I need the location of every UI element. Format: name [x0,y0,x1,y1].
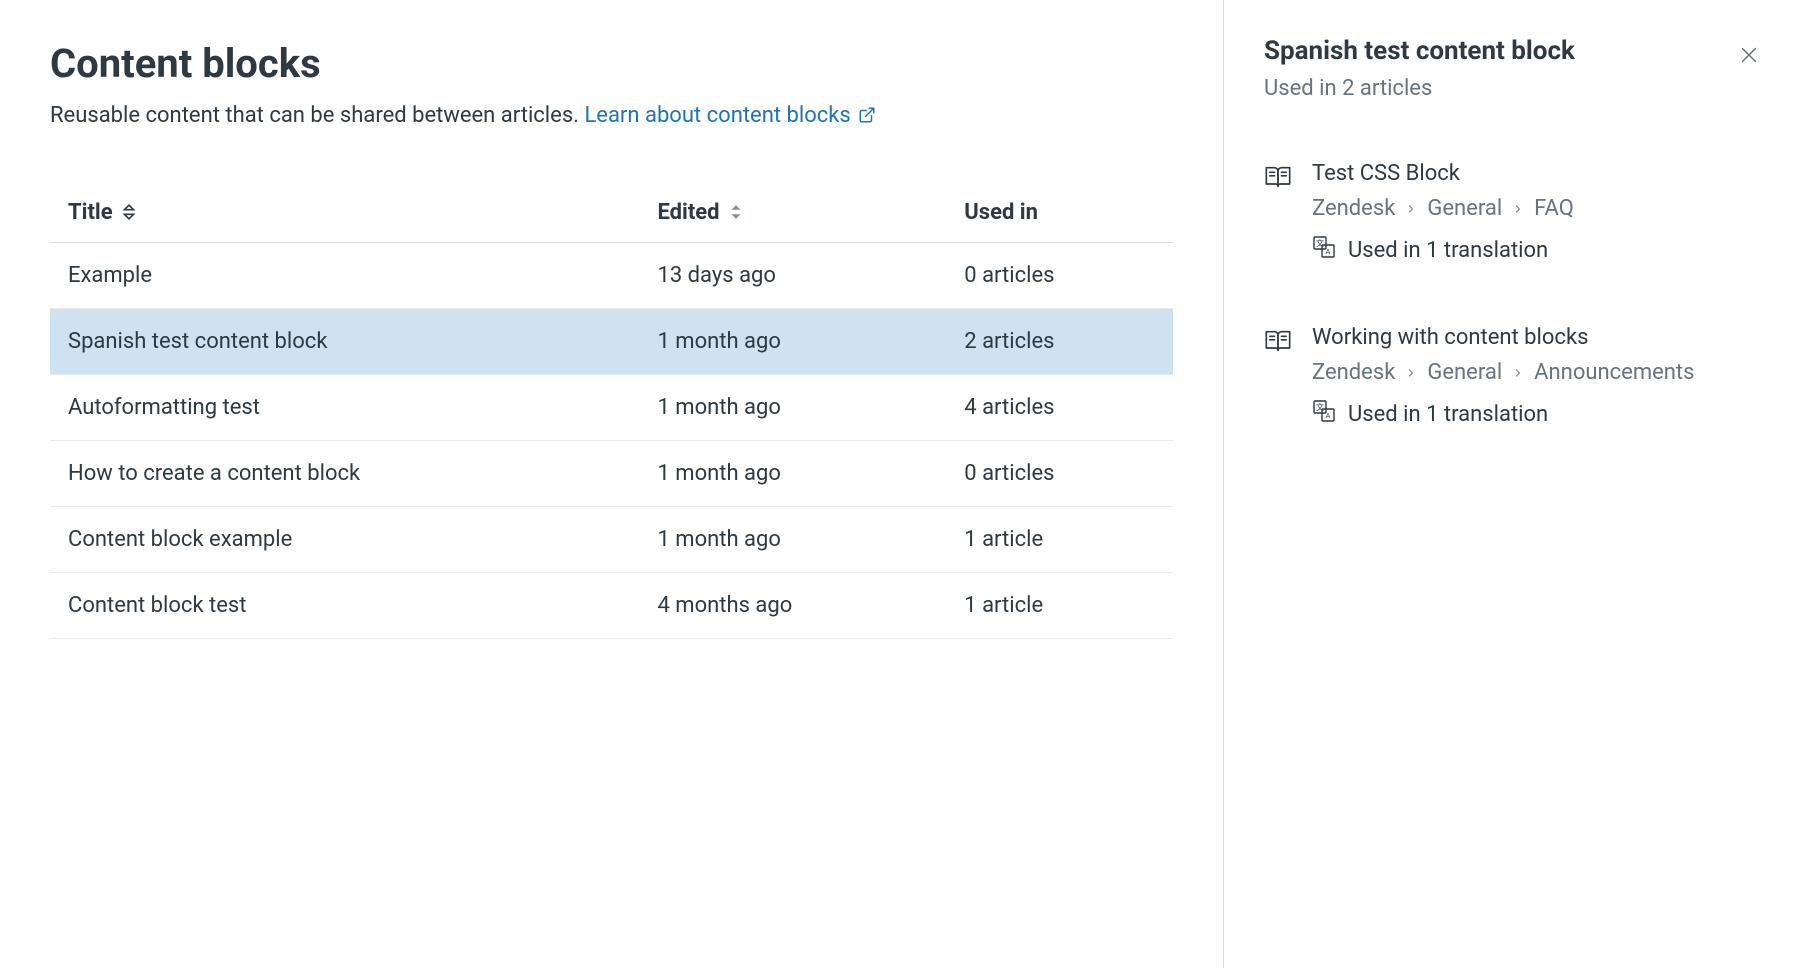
subtitle-text: Reusable content that can be shared betw… [50,103,584,128]
table-row[interactable]: Example13 days ago0 articles [50,242,1173,308]
cell-title: Autoformatting test [50,374,639,440]
chevron-right-icon [1512,196,1524,221]
panel-subtitle: Used in 2 articles [1264,76,1764,101]
page-subtitle: Reusable content that can be shared betw… [50,99,1173,134]
cell-title: Example [50,242,639,308]
cell-title: Content block example [50,506,639,572]
content-blocks-table: Title Edited Used in [50,184,1173,639]
svg-text:文: 文 [1316,238,1324,248]
close-icon [1738,54,1760,69]
chevron-right-icon [1405,196,1417,221]
breadcrumb: Zendesk General FAQ [1312,196,1574,221]
cell-used_in: 1 article [946,572,1173,638]
cell-title: Spanish test content block [50,308,639,374]
breadcrumb: Zendesk General Announcements [1312,360,1695,385]
table-row[interactable]: Content block test4 months ago1 article [50,572,1173,638]
cell-edited: 1 month ago [639,308,946,374]
table-row[interactable]: How to create a content block1 month ago… [50,440,1173,506]
cell-used_in: 0 articles [946,242,1173,308]
detail-panel: Spanish test content block Used in 2 art… [1224,0,1804,968]
table-row[interactable]: Content block example1 month ago1 articl… [50,506,1173,572]
table-row[interactable]: Spanish test content block1 month ago2 a… [50,308,1173,374]
translation-icon: 文A [1312,399,1336,429]
breadcrumb-segment[interactable]: Zendesk [1312,360,1395,385]
article-body: Working with content blocks Zendesk Genera… [1312,325,1695,429]
svg-text:文: 文 [1316,402,1324,412]
close-button[interactable] [1734,40,1764,73]
breadcrumb-segment[interactable]: General [1427,360,1502,385]
breadcrumb-segment[interactable]: FAQ [1534,196,1574,221]
breadcrumb-segment[interactable]: Announcements [1534,360,1694,385]
svg-text:A: A [1326,249,1331,256]
cell-title: Content block test [50,572,639,638]
learn-link-text: Learn about content blocks [584,103,850,128]
col-title-label: Title [68,200,113,225]
panel-title: Spanish test content block [1264,36,1575,66]
translation-row: 文A Used in 1 translation [1312,235,1574,265]
cell-title: How to create a content block [50,440,639,506]
article-item[interactable]: Test CSS Block Zendesk General FAQ 文A Used in… [1264,161,1764,265]
book-icon [1264,327,1292,360]
translation-row: 文A Used in 1 translation [1312,399,1695,429]
page-title: Content blocks [50,40,1173,87]
sort-icon [122,201,136,226]
translation-icon: 文A [1312,235,1336,265]
table-row[interactable]: Autoformatting test1 month ago4 articles [50,374,1173,440]
breadcrumb-segment[interactable]: Zendesk [1312,196,1395,221]
article-title: Test CSS Block [1312,161,1574,186]
col-edited[interactable]: Edited [639,184,946,242]
article-body: Test CSS Block Zendesk General FAQ 文A Used in… [1312,161,1574,265]
cell-used_in: 4 articles [946,374,1173,440]
book-icon [1264,163,1292,196]
cell-edited: 13 days ago [639,242,946,308]
cell-edited: 1 month ago [639,440,946,506]
cell-edited: 1 month ago [639,374,946,440]
cell-used_in: 1 article [946,506,1173,572]
translation-text: Used in 1 translation [1348,402,1548,427]
learn-link[interactable]: Learn about content blocks [584,103,876,128]
chevron-right-icon [1512,360,1524,385]
main-content: Content blocks Reusable content that can… [0,0,1224,968]
col-used-in[interactable]: Used in [946,184,1173,242]
external-link-icon [858,101,876,134]
col-edited-label: Edited [657,200,719,225]
col-used-in-label: Used in [964,200,1038,225]
chevron-right-icon [1405,360,1417,385]
cell-edited: 1 month ago [639,506,946,572]
breadcrumb-segment[interactable]: General [1427,196,1502,221]
col-title[interactable]: Title [50,184,639,242]
sort-icon [729,201,743,226]
cell-edited: 4 months ago [639,572,946,638]
cell-used_in: 0 articles [946,440,1173,506]
svg-text:A: A [1326,413,1331,420]
article-title: Working with content blocks [1312,325,1695,350]
translation-text: Used in 1 translation [1348,238,1548,263]
article-item[interactable]: Working with content blocks Zendesk Genera… [1264,325,1764,429]
cell-used_in: 2 articles [946,308,1173,374]
